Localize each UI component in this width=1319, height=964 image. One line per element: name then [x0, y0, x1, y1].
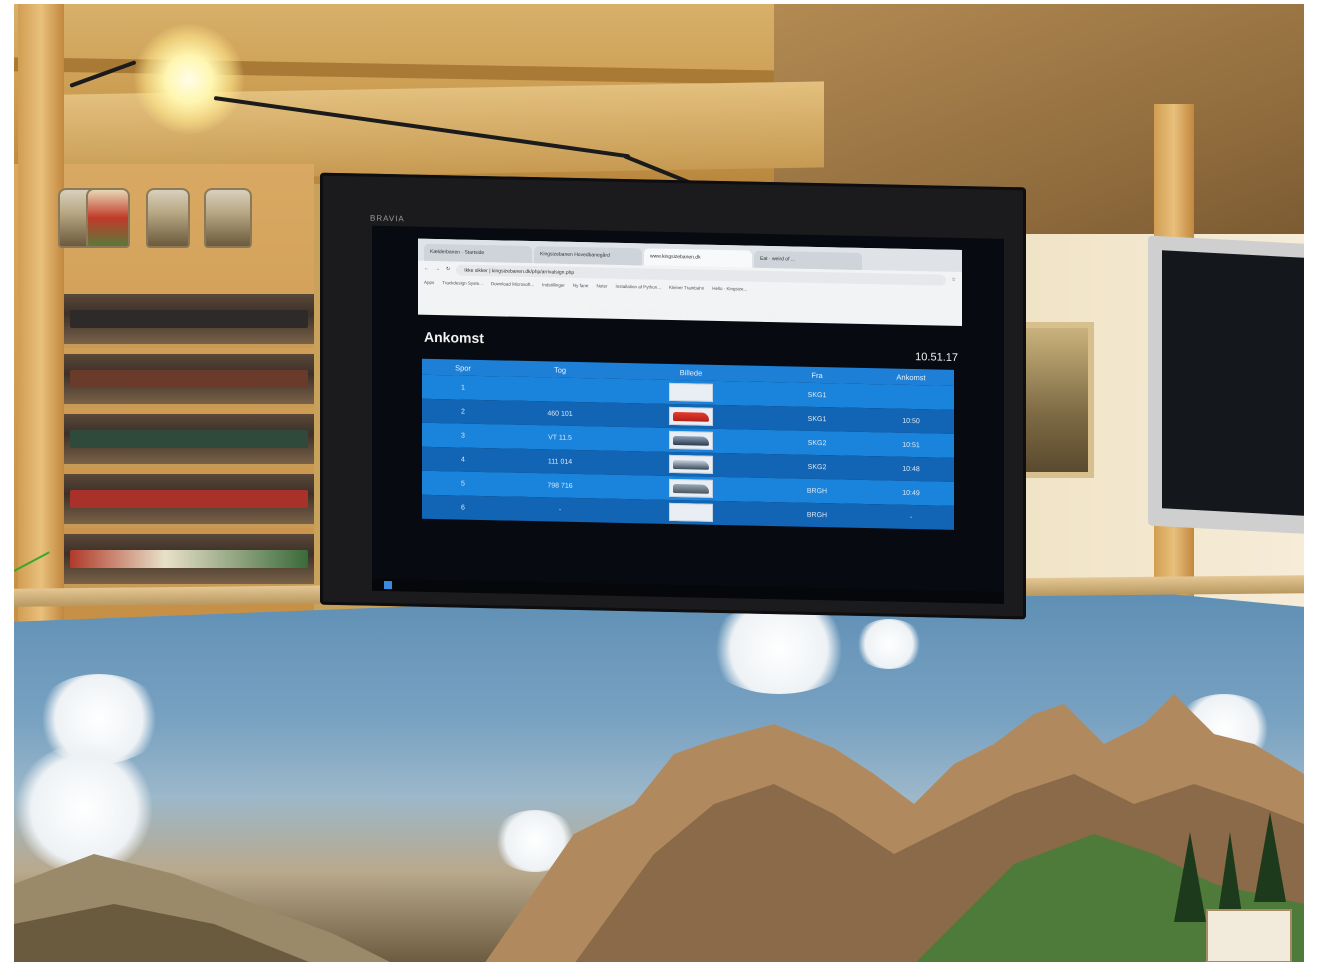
browser-tab[interactable]: Kingsizebanen Hovedbanegård [534, 246, 642, 266]
track-cell: 2 [461, 408, 465, 416]
train-cell: 798 716 [547, 481, 573, 490]
windows-start-icon[interactable] [384, 580, 392, 590]
bookmark-item[interactable]: Download Microsoft... [491, 281, 534, 287]
train-image [669, 478, 713, 498]
track-cell: 5 [461, 480, 465, 488]
tv-display: BRAVIA Kælderbanen · Startside Kingsizeb… [320, 172, 1026, 620]
train-cell [504, 388, 616, 390]
tree [1254, 812, 1286, 902]
arrival-time-cell: - [909, 513, 913, 521]
reload-icon[interactable]: ↻ [446, 266, 450, 272]
arrival-time-cell: 10:49 [902, 489, 920, 497]
mountain-range [14, 694, 1304, 962]
browser-tab[interactable]: Eat · weird of ... [754, 250, 862, 270]
station-title: Kælderkøbing Hovedbanegård [588, 302, 792, 323]
track-cell: 1 [461, 384, 465, 392]
empty-image-placeholder [669, 502, 713, 522]
image-cell [616, 382, 766, 403]
train-shelf [64, 414, 314, 468]
train-shelf [64, 294, 314, 348]
tv-screen: Kælderbanen · Startside Kingsizebanen Ho… [372, 225, 1004, 604]
origin-cell: BRGH [806, 487, 828, 495]
back-arrow-icon[interactable]: ← [424, 266, 429, 272]
track-cell: 6 [461, 504, 465, 512]
origin-cell: SKG1 [807, 391, 827, 399]
track-cell: 4 [461, 456, 465, 464]
bookmark-item[interactable]: Indstillinger [542, 282, 565, 287]
origin-cell: SKG2 [807, 439, 827, 447]
arrival-time-cell [868, 396, 954, 398]
train-shelf [64, 354, 314, 408]
bookmark-item[interactable]: Ny fane [573, 283, 589, 288]
column-header: Tog [553, 365, 567, 375]
bookmark-item[interactable]: Apps [424, 280, 434, 285]
jar [86, 188, 130, 248]
train-image [669, 454, 713, 474]
arrival-time-cell: 10:50 [902, 417, 920, 425]
bookmark-item[interactable]: Trackdesign Syste... [442, 280, 483, 286]
image-cell [616, 502, 766, 523]
jar [146, 188, 190, 248]
train-shelf [64, 474, 314, 528]
forward-arrow-icon[interactable]: → [435, 266, 440, 272]
train-shelf [64, 534, 314, 588]
jar [204, 188, 252, 248]
train-cell: 111 014 [547, 457, 573, 466]
bookmark-item[interactable]: Noter [596, 283, 607, 288]
browser-tab-active[interactable]: www.kingsizebanen.dk [644, 248, 752, 268]
arrival-time-cell: 10:51 [902, 441, 920, 449]
board-clock: 10.51.17 [915, 351, 958, 364]
tv-brand-label: BRAVIA [370, 213, 405, 224]
image-cell [616, 454, 766, 475]
train-cell: 460 101 [547, 409, 573, 418]
origin-cell: SKG2 [807, 463, 827, 471]
model-church [1206, 909, 1292, 962]
image-cell [616, 478, 766, 499]
image-cell [616, 430, 766, 451]
photo-scene: BRAVIA Kælderbanen · Startside Kingsizeb… [14, 4, 1304, 962]
column-header: Spor [455, 362, 471, 373]
track-cell: 3 [461, 432, 465, 440]
tree [1174, 832, 1206, 922]
board-subtitle: Ankomst [424, 328, 484, 347]
arrival-board: Kælderkøbing Hovedbanegård Ankomst 10.51… [418, 291, 962, 602]
empty-image-placeholder [669, 382, 713, 402]
ceiling-lamp [134, 24, 244, 134]
column-header: Billede [679, 367, 703, 378]
origin-cell: BRGH [806, 511, 828, 519]
cloud [854, 619, 924, 669]
image-cell [616, 406, 766, 427]
column-header: Ankomst [896, 372, 926, 382]
arrival-time-cell: 10:48 [902, 465, 920, 473]
train-image [669, 430, 713, 450]
train-cell: VT 11.5 [548, 433, 572, 442]
cloud [704, 604, 854, 694]
bookmark-item[interactable]: Kleiner Trainbahn [669, 285, 704, 291]
column-header: Fra [811, 370, 823, 380]
side-monitor [1148, 235, 1304, 535]
train-image [669, 406, 713, 426]
origin-cell: SKG1 [807, 415, 827, 423]
train-cell: - [558, 506, 562, 514]
star-icon[interactable]: ☆ [952, 277, 956, 283]
arrivals-table: Spor Tog Billede Fra Ankomst 1 SKG1 2 460 1… [422, 358, 954, 530]
browser-tab[interactable]: Kælderbanen · Startside [424, 243, 532, 264]
wooden-pillar-left [18, 4, 64, 644]
bookmark-item[interactable]: Hello · Kingsize... [712, 286, 747, 292]
bookmark-item[interactable]: Installation af Python... [615, 284, 661, 290]
